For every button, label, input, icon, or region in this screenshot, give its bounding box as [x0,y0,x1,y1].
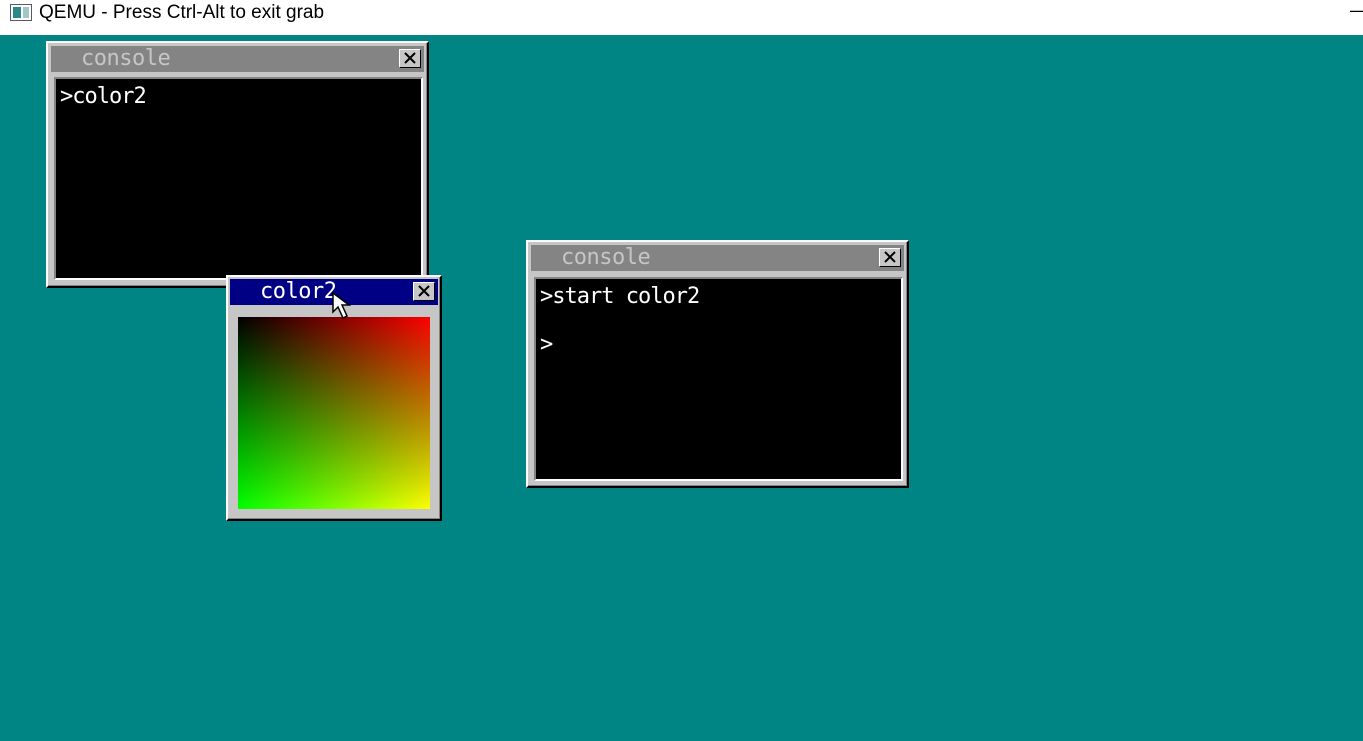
console-line: > [540,332,553,357]
mouse-pointer-icon [332,292,352,320]
close-icon [404,52,416,64]
color-gradient-overlay [238,317,430,509]
qemu-app-icon [10,4,32,21]
close-icon [418,285,430,297]
close-icon [884,251,896,263]
console-line: >start color2 [540,284,700,309]
console-window-1-title: console [81,46,171,71]
console-window-1-text-area[interactable]: >color2 [54,77,423,280]
minimize-button[interactable]: — [1350,0,1363,24]
color2-window-title: color2 [260,279,337,304]
console-window-2-title: console [561,245,651,270]
color-gradient-canvas [238,317,430,509]
console-window-1-close-button[interactable] [399,49,421,68]
console-window-1[interactable]: console >color2 [46,41,429,288]
host-window-title: QEMU - Press Ctrl-Alt to exit grab [39,2,325,23]
console-window-2-titlebar[interactable]: console [531,245,904,271]
console-window-2-text-area[interactable]: >start color2 > [534,277,903,481]
color2-window-close-button[interactable] [413,282,435,301]
host-titlebar: QEMU - Press Ctrl-Alt to exit grab — [0,0,1363,34]
console-line: >color2 [60,84,147,109]
console-window-2[interactable]: console >start color2 > [526,240,909,488]
console-window-1-titlebar[interactable]: console [51,46,424,72]
console-window-2-close-button[interactable] [879,248,901,267]
